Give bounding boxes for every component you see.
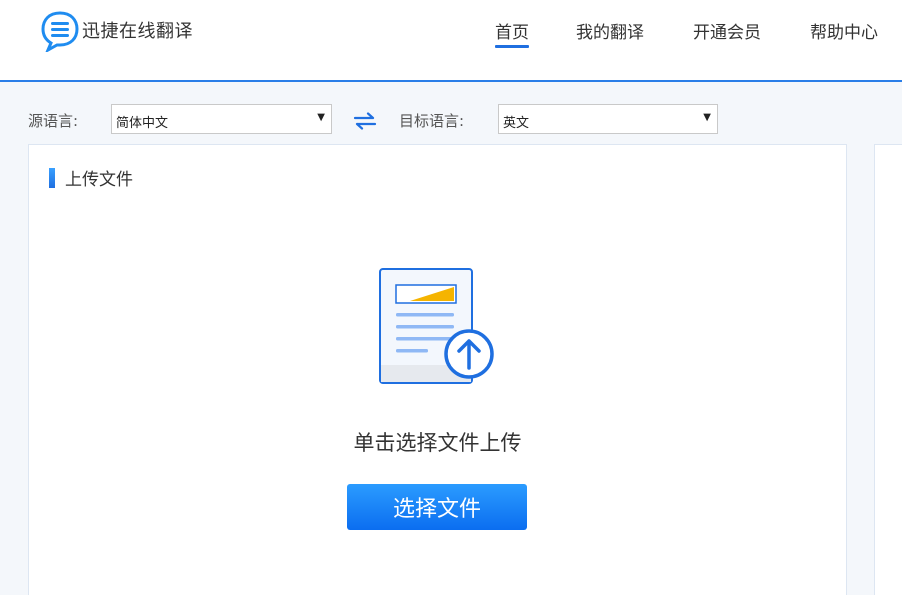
target-language-value: 英文: [503, 116, 530, 131]
dropdown-caret-icon: ▼: [703, 112, 711, 123]
language-selector-row: 源语言: 简体中文 ▼ 目标语言: 英文 ▼: [0, 104, 902, 134]
upload-panel-title: 上传文件: [49, 165, 133, 190]
result-panel: [874, 144, 902, 595]
main-nav: 首页 我的翻译 开通会员 帮助中心: [0, 18, 902, 58]
document-upload-icon[interactable]: [378, 267, 498, 387]
nav-membership[interactable]: 开通会员: [693, 18, 761, 43]
source-language-label: 源语言:: [28, 112, 79, 130]
nav-my-translations[interactable]: 我的翻译: [576, 18, 644, 43]
upload-title-text: 上传文件: [65, 170, 133, 190]
header: 迅捷在线翻译 首页 我的翻译 开通会员 帮助中心: [0, 0, 902, 82]
nav-help-center[interactable]: 帮助中心: [810, 18, 878, 43]
nav-home[interactable]: 首页: [495, 18, 529, 48]
choose-file-button[interactable]: 选择文件: [347, 484, 527, 530]
target-language-select[interactable]: 英文 ▼: [498, 104, 718, 134]
dropdown-caret-icon: ▼: [317, 112, 325, 123]
upload-panel: 上传文件 单击选择文件上传 选择文件: [28, 144, 847, 595]
upload-hint-text: 单击选择文件上传: [353, 431, 522, 455]
source-language-value: 简体中文: [116, 116, 169, 131]
title-accent-bar: [49, 167, 55, 188]
target-language-label: 目标语言:: [399, 112, 465, 130]
source-language-select[interactable]: 简体中文 ▼: [111, 104, 332, 134]
swap-arrows-icon[interactable]: [353, 112, 377, 130]
